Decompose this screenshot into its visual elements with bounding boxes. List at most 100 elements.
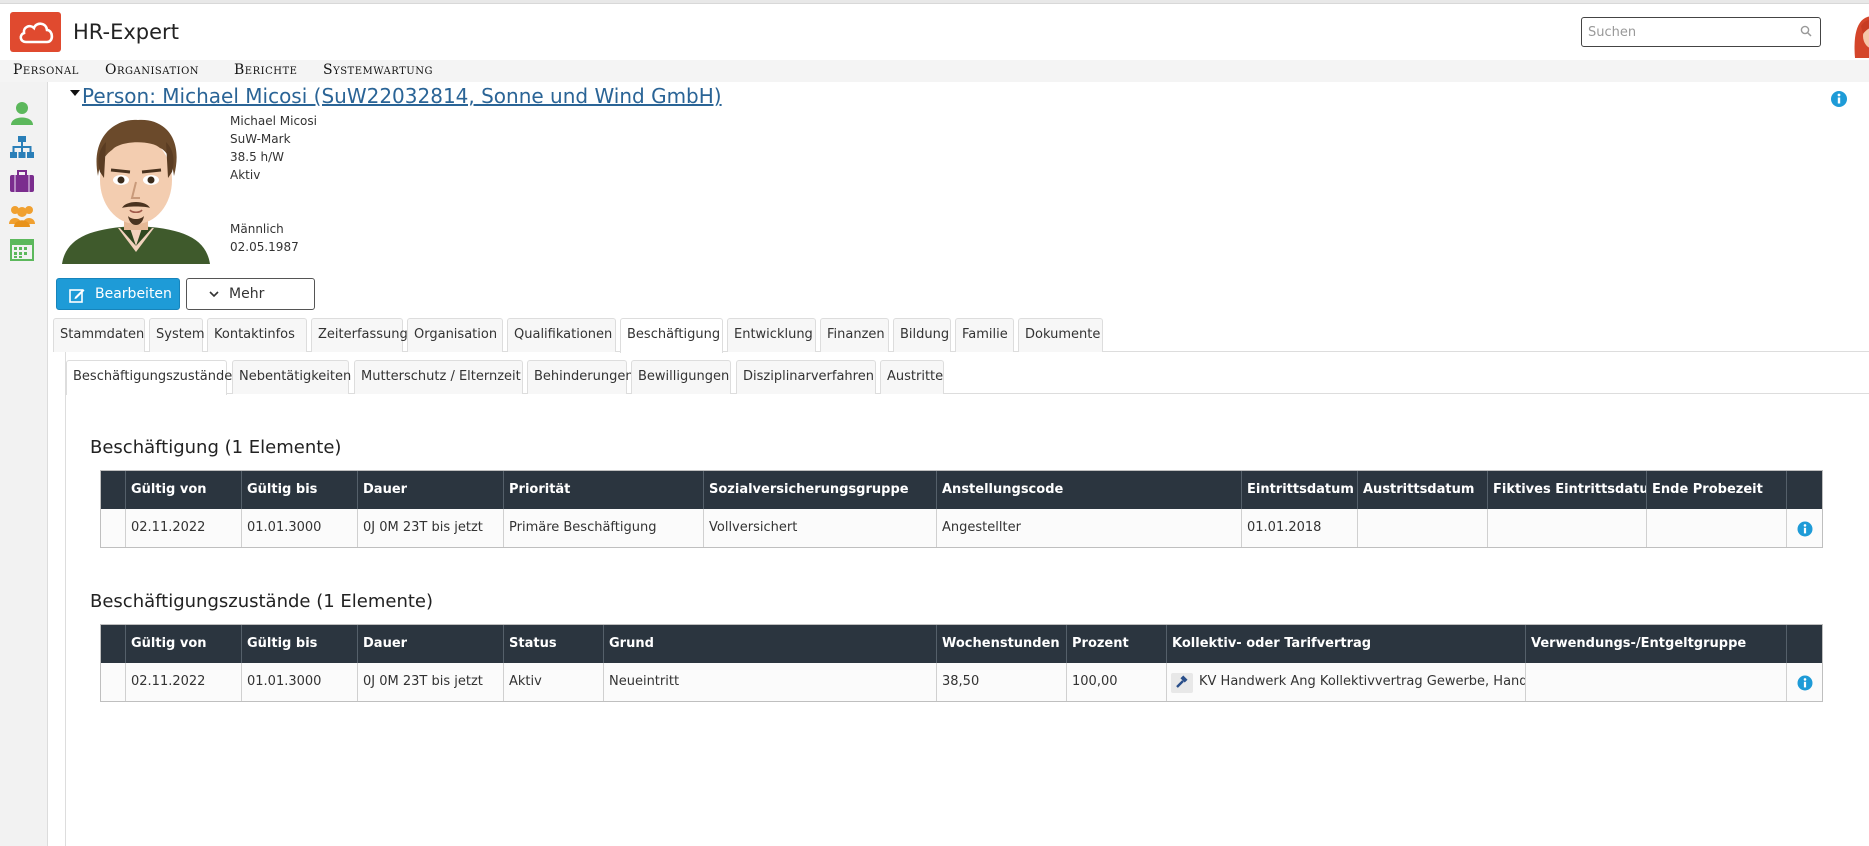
menu-item-personal[interactable]: Personal: [13, 62, 79, 78]
states-section-title: Beschäftigungszustände (1 Elemente): [90, 591, 434, 612]
sub-tabs: Beschäftigungszustände Nebentätigkeiten …: [66, 360, 1869, 395]
org-chart-icon[interactable]: [9, 134, 35, 160]
search-box[interactable]: [1581, 17, 1821, 47]
sidebar: [0, 82, 48, 846]
table-row[interactable]: 02.11.2022 01.01.3000 0J 0M 23T bis jetz…: [101, 663, 1822, 701]
col-dauer[interactable]: Dauer: [357, 625, 503, 663]
table-row[interactable]: 02.11.2022 01.01.3000 0J 0M 23T bis jetz…: [101, 509, 1822, 547]
col-kollektivvertrag[interactable]: Kollektiv- oder Tarifvertrag: [1166, 625, 1525, 663]
cell-anstellungscode: Angestellter: [936, 509, 1241, 547]
edit-button[interactable]: Bearbeiten: [56, 278, 180, 310]
menu-item-systemwartung[interactable]: Systemwartung: [323, 62, 433, 78]
search-icon[interactable]: [1800, 25, 1812, 41]
search-input[interactable]: [1588, 19, 1788, 45]
subtab-austritte[interactable]: Austritte: [880, 360, 944, 394]
tab-familie[interactable]: Familie: [955, 318, 1014, 352]
person-title-link[interactable]: Person: Michael Micosi (SuW22032814, Son…: [82, 84, 722, 108]
edit-icon: [69, 289, 85, 303]
menu-item-organisation[interactable]: Organisation: [105, 62, 199, 78]
col-gueltig-bis[interactable]: Gültig bis: [241, 625, 357, 663]
collapse-caret-icon[interactable]: [70, 90, 80, 96]
cell-grund: Neueintritt: [603, 663, 936, 701]
person-photo: [60, 112, 212, 264]
tab-entwicklung[interactable]: Entwicklung: [727, 318, 816, 352]
subtab-beschaeftigungszustaende[interactable]: Beschäftigungszustände: [66, 360, 232, 395]
row-spacer: [101, 509, 125, 547]
cell-fiktives-eintrittsdatum: [1487, 509, 1646, 547]
col-gueltig-von[interactable]: Gültig von: [125, 471, 241, 509]
col-gueltig-bis[interactable]: Gültig bis: [241, 471, 357, 509]
header-action-spacer: [1786, 625, 1824, 663]
col-prozent[interactable]: Prozent: [1066, 625, 1166, 663]
header-spacer: [101, 625, 125, 663]
cell-austrittsdatum: [1357, 509, 1487, 547]
col-wochenstunden[interactable]: Wochenstunden: [936, 625, 1066, 663]
col-sozialversicherungsgruppe[interactable]: Sozialversicherungsgruppe: [703, 471, 936, 509]
employment-table: Gültig von Gültig bis Dauer Priorität So…: [100, 470, 1823, 548]
tab-beschaeftigung[interactable]: Beschäftigung: [620, 318, 723, 353]
tab-bildung[interactable]: Bildung: [893, 318, 951, 352]
col-dauer[interactable]: Dauer: [357, 471, 503, 509]
main-tabs: Stammdaten System Kontaktinfos Zeiterfas…: [53, 318, 1869, 353]
person-icon[interactable]: [9, 100, 35, 126]
menu-item-berichte[interactable]: Berichte: [234, 62, 297, 78]
tab-dokumente[interactable]: Dokumente: [1018, 318, 1103, 352]
edit-button-label: Bearbeiten: [95, 286, 172, 302]
col-ende-probezeit[interactable]: Ende Probezeit: [1646, 471, 1786, 509]
user-avatar[interactable]: [1847, 14, 1869, 60]
header-action-spacer: [1786, 471, 1824, 509]
cell-gueltig-bis: 01.01.3000: [241, 509, 357, 547]
person-gender: Männlich: [230, 222, 284, 236]
tab-stammdaten[interactable]: Stammdaten: [53, 318, 145, 352]
person-name: Michael Micosi: [230, 114, 317, 128]
briefcase-icon[interactable]: [9, 168, 35, 194]
col-prioritaet[interactable]: Priorität: [503, 471, 703, 509]
subtab-nebentaetigkeiten[interactable]: Nebentätigkeiten: [232, 360, 351, 394]
col-fiktives-eintrittsdatum[interactable]: Fiktives Eintrittsdatum: [1487, 471, 1646, 509]
cell-prozent: 100,00: [1066, 663, 1166, 701]
col-austrittsdatum[interactable]: Austrittsdatum: [1357, 471, 1487, 509]
tab-kontaktinfos[interactable]: Kontaktinfos: [207, 318, 307, 352]
col-status[interactable]: Status: [503, 625, 603, 663]
subtab-disziplinarverfahren[interactable]: Disziplinarverfahren: [736, 360, 876, 394]
calendar-icon[interactable]: [9, 236, 35, 262]
col-eintrittsdatum[interactable]: Eintrittsdatum: [1241, 471, 1357, 509]
cell-dauer: 0J 0M 23T bis jetzt: [357, 663, 503, 701]
more-button[interactable]: Mehr: [186, 278, 315, 310]
row-spacer: [101, 663, 125, 701]
app-title: HR-Expert: [73, 20, 179, 44]
cloud-logo-icon[interactable]: [10, 12, 61, 52]
col-anstellungscode[interactable]: Anstellungscode: [936, 471, 1241, 509]
cell-gueltig-von: 02.11.2022: [125, 663, 241, 701]
states-table-header: Gültig von Gültig bis Dauer Status Grund…: [101, 625, 1822, 663]
col-entgeltgruppe[interactable]: Verwendungs-/Entgeltgruppe: [1525, 625, 1786, 663]
cell-dauer: 0J 0M 23T bis jetzt: [357, 509, 503, 547]
tab-zeiterfassung[interactable]: Zeiterfassung: [311, 318, 408, 352]
col-gueltig-von[interactable]: Gültig von: [125, 625, 241, 663]
subtab-panel: Beschäftigungszustände Nebentätigkeiten …: [65, 352, 1869, 846]
tab-finanzen[interactable]: Finanzen: [820, 318, 889, 352]
tab-qualifikationen[interactable]: Qualifikationen: [507, 318, 616, 352]
tab-system[interactable]: System: [149, 318, 204, 352]
cell-sozialversicherungsgruppe: Vollversichert: [703, 509, 936, 547]
gavel-icon[interactable]: [1171, 673, 1193, 693]
cell-status: Aktiv: [503, 663, 603, 701]
person-status: Aktiv: [230, 168, 261, 182]
subtab-mutterschutz[interactable]: Mutterschutz / Elternzeit: [354, 360, 523, 394]
tab-organisation[interactable]: Organisation: [407, 318, 503, 352]
cell-prioritaet: Primäre Beschäftigung: [503, 509, 703, 547]
info-icon[interactable]: [1830, 90, 1848, 112]
cell-kollektivvertrag[interactable]: KV Handwerk Ang Kollektivvertrag Gewerbe…: [1166, 663, 1525, 701]
row-info-icon[interactable]: [1797, 675, 1813, 695]
col-grund[interactable]: Grund: [603, 625, 936, 663]
person-birthdate: 02.05.1987: [230, 240, 299, 254]
main-content: Person: Michael Micosi (SuW22032814, Son…: [48, 82, 1869, 846]
header-spacer: [101, 471, 125, 509]
subtab-behinderungen[interactable]: Behinderungen: [527, 360, 634, 394]
row-info-icon[interactable]: [1797, 521, 1813, 541]
cell-eintrittsdatum: 01.01.2018: [1241, 509, 1357, 547]
subtab-bewilligungen[interactable]: Bewilligungen: [631, 360, 731, 394]
states-table: Gültig von Gültig bis Dauer Status Grund…: [100, 624, 1823, 702]
main-menu-bar: Personal Organisation Berichte Systemwar…: [0, 60, 1869, 82]
group-icon[interactable]: [9, 202, 35, 228]
